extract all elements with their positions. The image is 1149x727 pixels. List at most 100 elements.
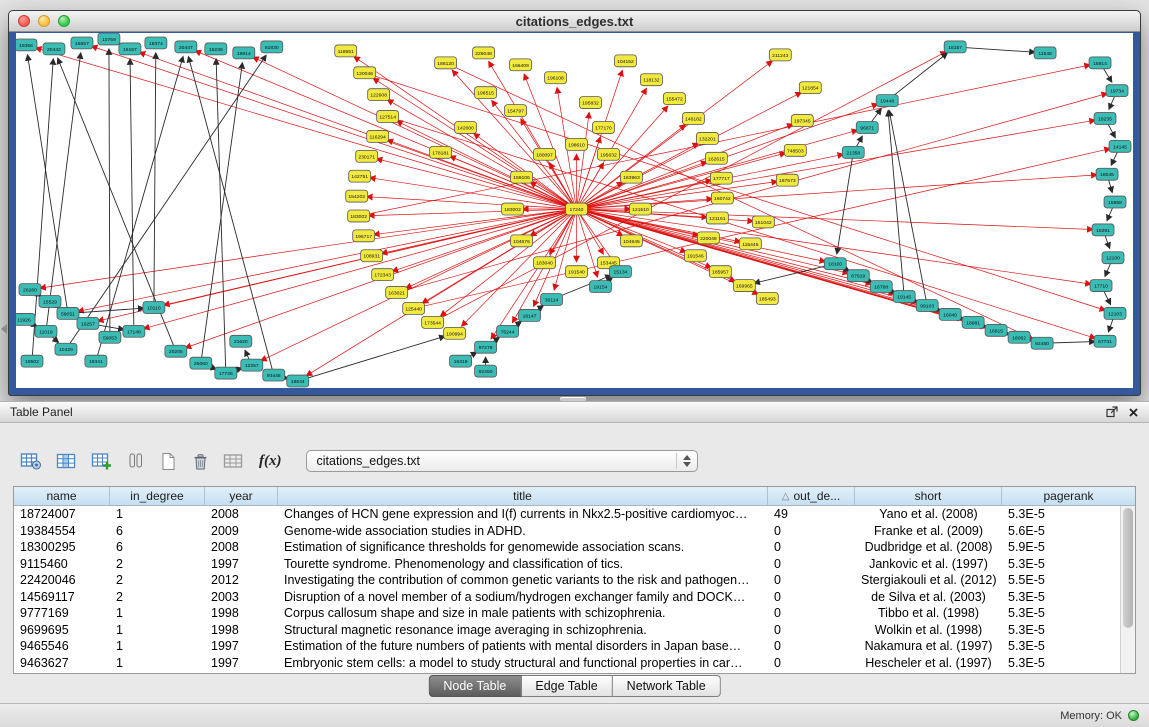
- cell-out_degree[interactable]: 0: [768, 523, 855, 540]
- cell-short[interactable]: Franke et al. (2009): [855, 523, 1002, 540]
- graph-node[interactable]: 17736: [215, 367, 237, 379]
- table-row[interactable]: 946362711997Embryonic stem cells: a mode…: [14, 655, 1135, 672]
- graph-edge[interactable]: [576, 120, 1095, 209]
- graph-node[interactable]: 16768: [870, 281, 892, 293]
- cell-year[interactable]: 2003: [205, 589, 278, 606]
- cell-year[interactable]: 1998: [205, 605, 278, 622]
- graph-node[interactable]: 20442: [43, 43, 65, 55]
- cell-in_degree[interactable]: 1: [110, 506, 205, 523]
- graph-node[interactable]: 142000: [455, 122, 477, 134]
- graph-node[interactable]: 121854: [799, 82, 821, 94]
- cell-name[interactable]: 9115460: [14, 556, 110, 573]
- graph-node[interactable]: 26060: [190, 357, 212, 369]
- table-mode-button[interactable]: [127, 450, 145, 472]
- column-header-in_degree[interactable]: in_degree: [110, 487, 205, 505]
- cell-short[interactable]: Stergiakouli et al. (2012): [855, 572, 1002, 589]
- graph-node[interactable]: 59051: [57, 307, 79, 319]
- graph-edge[interactable]: [201, 63, 243, 363]
- graph-edge[interactable]: [433, 52, 947, 323]
- table-row[interactable]: 1830029562008Estimation of significance …: [14, 539, 1135, 556]
- network-canvas[interactable]: 1724011855112004612260812751411629423017…: [16, 33, 1133, 388]
- graph-node[interactable]: 18341: [85, 355, 107, 367]
- cell-pagerank[interactable]: 5.3E-5: [1002, 589, 1135, 606]
- cell-year[interactable]: 2012: [205, 572, 278, 589]
- graph-node[interactable]: 173544: [422, 316, 444, 328]
- graph-node[interactable]: 162615: [705, 152, 727, 164]
- graph-edge[interactable]: [374, 209, 577, 235]
- graph-node[interactable]: 127514: [377, 111, 399, 123]
- graph-node[interactable]: 16557: [71, 37, 93, 49]
- graph-node[interactable]: 196108: [545, 72, 567, 84]
- cell-short[interactable]: Tibbo et al. (1998): [855, 605, 1002, 622]
- cell-out_degree[interactable]: 0: [768, 655, 855, 672]
- graph-node[interactable]: 92450: [1031, 337, 1053, 349]
- graph-node[interactable]: 195632: [597, 148, 619, 160]
- cell-pagerank[interactable]: 5.5E-5: [1002, 572, 1135, 589]
- graph-node[interactable]: 177170: [592, 122, 614, 134]
- graph-node[interactable]: 10429: [55, 343, 77, 355]
- graph-node[interactable]: 104676: [511, 235, 533, 247]
- cell-pagerank[interactable]: 5.3E-5: [1002, 506, 1135, 523]
- graph-edge[interactable]: [130, 59, 134, 331]
- cell-out_degree[interactable]: 0: [768, 622, 855, 639]
- graph-edge[interactable]: [889, 110, 927, 305]
- graph-node[interactable]: 16319: [450, 355, 472, 367]
- cell-name[interactable]: 18724007: [14, 506, 110, 523]
- graph-node[interactable]: 186120: [435, 57, 457, 69]
- table-row[interactable]: 2242004622012Investigating the contribut…: [14, 572, 1135, 589]
- graph-node[interactable]: 15134: [609, 266, 631, 278]
- cell-short[interactable]: Dudbridge et al. (2008): [855, 539, 1002, 556]
- graph-node[interactable]: 15958: [1104, 196, 1126, 208]
- table-row[interactable]: 1456911722003Disruption of a novel membe…: [14, 589, 1135, 606]
- graph-node[interactable]: 154797: [505, 105, 527, 117]
- graph-edge[interactable]: [306, 209, 576, 376]
- graph-node[interactable]: 163963: [620, 171, 642, 183]
- graph-node[interactable]: 18045: [1096, 168, 1118, 180]
- graph-node[interactable]: 76244: [497, 325, 519, 337]
- graph-node[interactable]: 125440: [403, 302, 425, 314]
- graph-node[interactable]: 230171: [356, 150, 378, 162]
- graph-node[interactable]: 190994: [444, 327, 466, 339]
- cell-in_degree[interactable]: 1: [110, 638, 205, 655]
- cell-short[interactable]: Jankovic et al. (1997): [855, 556, 1002, 573]
- graph-edge[interactable]: [36, 48, 577, 209]
- graph-node[interactable]: 122608: [368, 89, 390, 101]
- cell-name[interactable]: 9465546: [14, 638, 110, 655]
- cell-out_degree[interactable]: 0: [768, 638, 855, 655]
- graph-node[interactable]: 185493: [756, 293, 778, 305]
- table-scrollbar[interactable]: [1120, 506, 1135, 673]
- cell-pagerank[interactable]: 5.3E-5: [1002, 622, 1135, 639]
- cell-out_degree[interactable]: 0: [768, 539, 855, 556]
- graph-node[interactable]: 97278: [475, 341, 497, 353]
- graph-node[interactable]: 16236: [205, 43, 227, 55]
- graph-node[interactable]: 19448: [876, 95, 898, 107]
- cell-pagerank[interactable]: 5.3E-5: [1002, 655, 1135, 672]
- table-row[interactable]: 911546021997Tourette syndrome. Phenomeno…: [14, 556, 1135, 573]
- graph-edge[interactable]: [462, 209, 577, 326]
- cell-title[interactable]: Estimation of significance thresholds fo…: [278, 539, 768, 556]
- graph-node[interactable]: 17148: [123, 325, 145, 337]
- cell-title[interactable]: Structural magnetic resonance image aver…: [278, 622, 768, 639]
- graph-node[interactable]: 16157: [944, 41, 966, 53]
- graph-node[interactable]: 16157: [119, 43, 141, 55]
- graph-edge[interactable]: [576, 112, 589, 209]
- graph-node[interactable]: 178181: [430, 146, 452, 158]
- table-row[interactable]: 977716911998Corpus callosum shape and si…: [14, 605, 1135, 622]
- graph-node[interactable]: 19154: [589, 281, 611, 293]
- graph-node[interactable]: 132201: [696, 132, 718, 144]
- cell-short[interactable]: Hescheler et al. (1997): [855, 655, 1002, 672]
- graph-edge[interactable]: [887, 53, 947, 101]
- cell-title[interactable]: Estimation of the future numbers of pati…: [278, 638, 768, 655]
- cell-year[interactable]: 2008: [205, 506, 278, 523]
- add-column-button[interactable]: [91, 450, 113, 472]
- new-document-button[interactable]: [159, 450, 177, 472]
- graph-node[interactable]: 67919: [847, 270, 869, 282]
- graph-edge[interactable]: [576, 124, 793, 209]
- graph-node[interactable]: 16291: [1092, 224, 1114, 236]
- cell-short[interactable]: Wolkin et al. (1998): [855, 622, 1002, 639]
- cell-title[interactable]: Disruption of a novel member of a sodium…: [278, 589, 768, 606]
- graph-node[interactable]: 21620: [230, 335, 252, 347]
- cell-year[interactable]: 1998: [205, 622, 278, 639]
- graph-node[interactable]: 121610: [629, 203, 651, 215]
- cell-name[interactable]: 19384554: [14, 523, 110, 540]
